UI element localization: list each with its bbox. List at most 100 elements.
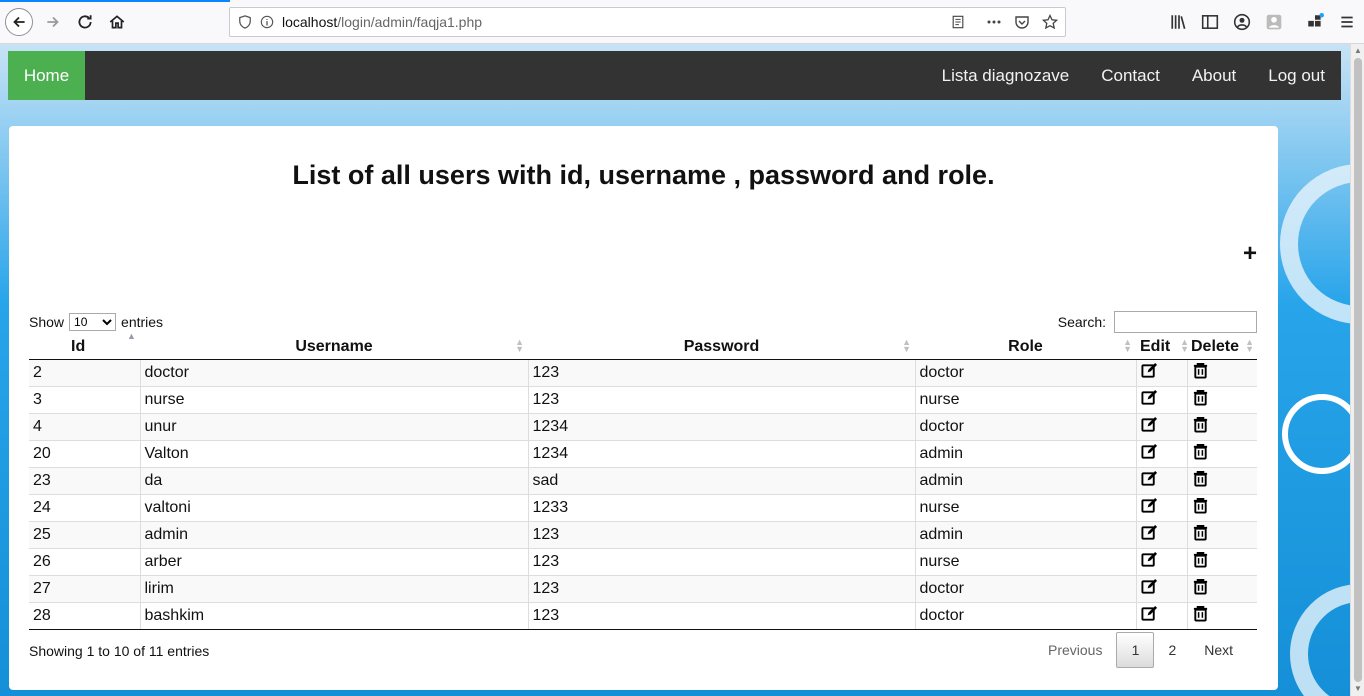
account-icon[interactable] [1231,11,1253,33]
table-row: 4 unur 1234 doctor [29,412,1257,440]
edit-icon[interactable] [1140,605,1158,622]
info-icon[interactable] [256,11,278,33]
back-icon[interactable] [5,8,33,36]
cell-password: 123 [527,520,915,548]
cell-username: da [139,466,528,494]
cell-password: 123 [527,385,915,413]
trash-icon[interactable] [1192,443,1209,460]
cell-role: admin [914,466,1136,494]
trash-icon[interactable] [1192,497,1209,514]
edit-icon[interactable] [1140,389,1158,406]
edit-icon[interactable] [1140,416,1158,433]
scroll-up-icon[interactable]: ▲ [1354,47,1362,55]
add-user-button[interactable]: + [1243,242,1257,266]
bookmark-star-icon[interactable] [1039,11,1061,33]
page-1-button[interactable]: 1 [1116,632,1155,668]
edit-icon[interactable] [1140,524,1158,541]
delete-cell [1186,493,1257,521]
cell-id: 28 [29,601,140,630]
page-scrollbar[interactable]: ▲ ▼ [1350,44,1364,696]
shield-icon[interactable] [234,11,256,33]
previous-button[interactable]: Previous [1034,632,1116,668]
table-row: 3 nurse 123 nurse [29,385,1257,413]
entries-select[interactable]: 10 [69,313,117,331]
cell-username: doctor [139,358,528,386]
sort-icon: ▲ ▼ [515,337,524,354]
more-icon[interactable] [983,11,1005,33]
trash-icon[interactable] [1192,551,1209,568]
edit-cell [1135,601,1187,630]
trash-icon[interactable] [1192,524,1209,541]
next-button[interactable]: Next [1190,632,1247,668]
background-decoration [1290,584,1350,696]
cell-password: 123 [527,601,915,630]
edit-cell [1135,520,1187,548]
column-header-username[interactable]: Username ▲ ▼ [140,335,528,360]
scrollbar-thumb[interactable] [1354,58,1362,682]
edit-icon[interactable] [1140,470,1158,487]
library-icon[interactable] [1168,11,1190,33]
trash-icon[interactable] [1192,605,1209,622]
table-row: 25 admin 123 admin [29,520,1257,548]
table-row: 24 valtoni 1233 nurse [29,493,1257,521]
sidebar-icon[interactable] [1199,11,1221,33]
delete-cell [1186,601,1257,630]
reader-view-icon[interactable] [947,11,969,33]
edit-cell [1135,412,1187,440]
forward-icon[interactable] [39,8,67,36]
edit-icon[interactable] [1140,362,1158,379]
trash-icon[interactable] [1192,362,1209,379]
browser-toolbar: localhost/login/admin/faqja1.php [0,0,1364,44]
table-row: 27 lirim 123 doctor [29,574,1257,602]
nav-log-out[interactable]: Log out [1252,51,1341,100]
edit-icon[interactable] [1140,497,1158,514]
cell-password: 1234 [527,439,915,467]
cell-id: 20 [29,439,140,467]
cell-username: bashkim [139,601,528,630]
cell-username: unur [139,412,528,440]
cell-id: 4 [29,412,140,440]
edit-icon[interactable] [1140,578,1158,595]
cell-password: 1234 [527,412,915,440]
column-header-role[interactable]: Role ▲ ▼ [915,335,1136,360]
column-header-id[interactable]: Id ▲ [29,332,140,360]
extensions-icon[interactable] [1304,11,1326,33]
home-icon[interactable] [103,8,131,36]
edit-cell [1135,547,1187,575]
url-text[interactable]: localhost/login/admin/faqja1.php [282,14,947,30]
trash-icon[interactable] [1192,470,1209,487]
cell-id: 25 [29,520,140,548]
edit-icon[interactable] [1140,443,1158,460]
scroll-down-icon[interactable]: ▼ [1354,685,1362,693]
edit-icon[interactable] [1140,551,1158,568]
entries-label: entries [121,314,164,330]
address-bar[interactable]: localhost/login/admin/faqja1.php [229,7,1066,37]
trash-icon[interactable] [1192,578,1209,595]
pocket-icon[interactable] [1011,11,1033,33]
trash-icon[interactable] [1192,389,1209,406]
cell-id: 24 [29,493,140,521]
table-row: 20 Valton 1234 admin [29,439,1257,467]
reload-icon[interactable] [71,8,99,36]
edit-cell [1135,574,1187,602]
extension-icon[interactable] [1263,11,1285,33]
sort-icon: ▲ ▼ [902,337,911,354]
edit-cell [1135,358,1187,386]
edit-cell [1135,466,1187,494]
search-input[interactable] [1114,311,1257,333]
trash-icon[interactable] [1192,416,1209,433]
cell-password: 123 [527,574,915,602]
menu-icon[interactable] [1336,11,1358,33]
sort-icon: ▲ ▼ [1123,337,1132,354]
column-header-edit[interactable]: Edit ▲ ▼ [1136,335,1189,360]
cell-password: 1233 [527,493,915,521]
nav-home[interactable]: Home [8,51,85,100]
page-2-button[interactable]: 2 [1154,632,1190,668]
nav-lista-diagnozave[interactable]: Lista diagnozave [926,51,1086,100]
column-header-delete[interactable]: Delete ▲ ▼ [1187,335,1257,360]
column-header-password[interactable]: Password ▲ ▼ [528,335,915,360]
nav-links: Lista diagnozave Contact About Log out [926,51,1341,100]
users-table: Id ▲ Username ▲ ▼ Password ▲ ▼ Role ▲ ▼ Edit ▲ ▼ … [29,332,1257,630]
nav-contact[interactable]: Contact [1085,51,1176,100]
nav-about[interactable]: About [1176,51,1252,100]
